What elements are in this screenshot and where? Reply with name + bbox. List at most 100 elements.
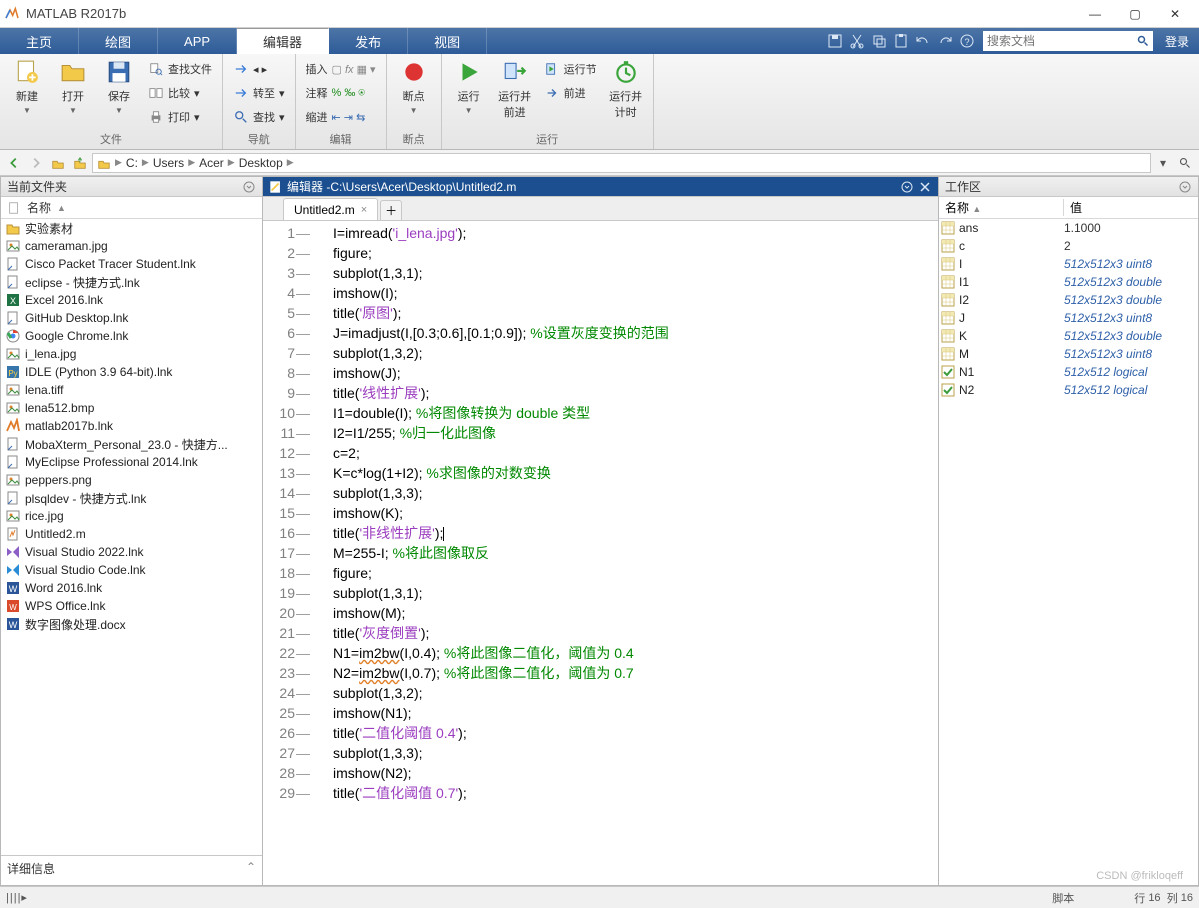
- workspace-var-row[interactable]: I2512x512x3 double: [939, 291, 1198, 309]
- file-row[interactable]: lena.tiff: [1, 381, 262, 399]
- compare-button[interactable]: 比较 ▾: [144, 82, 216, 104]
- statusbar: ||||▸ 脚本 行 16 列 16: [0, 886, 1199, 908]
- insert-button[interactable]: 插入 ▢ fx ▦ ▾: [302, 58, 380, 80]
- file-row[interactable]: Cisco Packet Tracer Student.lnk: [1, 255, 262, 273]
- current-folder-panel: 当前文件夹 名称 ▲ 实验素材cameraman.jpgCisco Packet…: [0, 176, 262, 886]
- tab-apps[interactable]: APP: [158, 28, 237, 54]
- workspace-var-row[interactable]: I512x512x3 uint8: [939, 255, 1198, 273]
- tab-view[interactable]: 视图: [408, 28, 487, 54]
- window-close-button[interactable]: ✕: [1155, 2, 1195, 26]
- file-row[interactable]: MyEclipse Professional 2014.lnk: [1, 453, 262, 471]
- main-area: 当前文件夹 名称 ▲ 实验素材cameraman.jpgCisco Packet…: [0, 176, 1199, 886]
- file-row[interactable]: PyIDLE (Python 3.9 64-bit).lnk: [1, 363, 262, 381]
- panel-menu-icon[interactable]: [242, 180, 256, 194]
- breadcrumb-segment[interactable]: ▶ C:: [115, 156, 138, 170]
- file-row[interactable]: Visual Studio Code.lnk: [1, 561, 262, 579]
- login-link[interactable]: 登录: [1155, 28, 1199, 54]
- findfiles-button[interactable]: 查找文件: [144, 58, 216, 80]
- file-row[interactable]: matlab2017b.lnk: [1, 417, 262, 435]
- cf-column-header[interactable]: 名称 ▲: [1, 197, 262, 219]
- file-row[interactable]: cameraman.jpg: [1, 237, 262, 255]
- workspace-var-row[interactable]: I1512x512x3 double: [939, 273, 1198, 291]
- open-button[interactable]: 打开▼: [52, 56, 94, 115]
- window-maximize-button[interactable]: ▢: [1115, 2, 1155, 26]
- file-row[interactable]: XExcel 2016.lnk: [1, 291, 262, 309]
- workspace-var-row[interactable]: c2: [939, 237, 1198, 255]
- goto-dropdown[interactable]: 转至 ▾: [229, 82, 289, 104]
- breakpoints-button[interactable]: 断点▼: [393, 56, 435, 115]
- new-button[interactable]: 新建▼: [6, 56, 48, 115]
- workspace-var-row[interactable]: M512x512x3 uint8: [939, 345, 1198, 363]
- file-row[interactable]: lena512.bmp: [1, 399, 262, 417]
- path-search-button[interactable]: [1175, 153, 1195, 173]
- file-row[interactable]: rice.jpg: [1, 507, 262, 525]
- up-folder-button[interactable]: [48, 153, 68, 173]
- breadcrumb-segment[interactable]: ▶ Desktop: [228, 156, 283, 170]
- panel-close-icon[interactable]: [918, 180, 932, 194]
- run-advance-button[interactable]: 运行并 前进: [494, 56, 536, 120]
- details-header[interactable]: 详细信息⌃: [1, 855, 262, 885]
- workspace-columns[interactable]: 名称 ▲值: [939, 197, 1198, 219]
- run-section-button[interactable]: 运行节: [540, 58, 601, 80]
- close-tab-icon[interactable]: ×: [361, 204, 367, 216]
- workspace-var-row[interactable]: N2512x512 logical: [939, 381, 1198, 399]
- svg-text:X: X: [10, 296, 16, 306]
- file-row[interactable]: peppers.png: [1, 471, 262, 489]
- search-button[interactable]: [1133, 31, 1153, 51]
- back-button[interactable]: [4, 153, 24, 173]
- workspace-var-row[interactable]: N1512x512 logical: [939, 363, 1198, 381]
- file-row[interactable]: WWord 2016.lnk: [1, 579, 262, 597]
- help-icon[interactable]: ?: [959, 33, 975, 49]
- comment-button[interactable]: 注释 % ‰ ⍟: [302, 82, 380, 104]
- run-button[interactable]: 运行▼: [448, 56, 490, 115]
- tab-plots[interactable]: 绘图: [79, 28, 158, 54]
- file-row[interactable]: GitHub Desktop.lnk: [1, 309, 262, 327]
- tab-editor[interactable]: 编辑器: [237, 28, 329, 54]
- forward-button[interactable]: [26, 153, 46, 173]
- group-label-nav: 导航: [229, 129, 289, 149]
- workspace-var-row[interactable]: ans1.1000: [939, 219, 1198, 237]
- editor-tab-untitled2[interactable]: Untitled2.m×: [283, 198, 378, 220]
- run-time-button[interactable]: 运行并 计时: [605, 56, 647, 120]
- editor-icon: [269, 180, 283, 194]
- breadcrumb-segment[interactable]: ▶ Acer: [188, 156, 224, 170]
- tab-home[interactable]: 主页: [0, 28, 79, 54]
- file-row[interactable]: eclipse - 快捷方式.lnk: [1, 273, 262, 291]
- search-input[interactable]: [983, 31, 1133, 51]
- file-row[interactable]: Visual Studio 2022.lnk: [1, 543, 262, 561]
- file-row[interactable]: WWPS Office.lnk: [1, 597, 262, 615]
- find-button[interactable]: 查找 ▾: [229, 106, 289, 128]
- file-row[interactable]: Untitled2.m: [1, 525, 262, 543]
- indent-button[interactable]: 缩进 ⇤ ⇥ ⇆: [302, 106, 380, 128]
- path-dropdown-button[interactable]: ▾: [1153, 153, 1173, 173]
- advance-button[interactable]: 前进: [540, 82, 601, 104]
- panel-menu-icon[interactable]: [900, 180, 914, 194]
- workspace-var-row[interactable]: J512x512x3 uint8: [939, 309, 1198, 327]
- new-tab-button[interactable]: ＋: [380, 200, 402, 220]
- tab-publish[interactable]: 发布: [329, 28, 408, 54]
- save-button[interactable]: 保存▼: [98, 56, 140, 115]
- file-row[interactable]: W数字图像处理.docx: [1, 615, 262, 633]
- undo-icon[interactable]: [915, 33, 931, 49]
- workspace-var-row[interactable]: K512x512x3 double: [939, 327, 1198, 345]
- cut-icon[interactable]: [849, 33, 865, 49]
- copy-icon[interactable]: [871, 33, 887, 49]
- file-row[interactable]: MobaXterm_Personal_23.0 - 快捷方...: [1, 435, 262, 453]
- group-label-edit: 编辑: [302, 129, 380, 149]
- file-row[interactable]: plsqldev - 快捷方式.lnk: [1, 489, 262, 507]
- goto-button[interactable]: ◂ ▸: [229, 58, 289, 80]
- breadcrumb[interactable]: ▶ C:▶ Users▶ Acer▶ Desktop ▶: [92, 153, 1151, 173]
- print-button[interactable]: 打印 ▾: [144, 106, 216, 128]
- window-minimize-button[interactable]: —: [1075, 2, 1115, 26]
- redo-icon[interactable]: [937, 33, 953, 49]
- breadcrumb-segment[interactable]: ▶ Users: [142, 156, 184, 170]
- file-list: 实验素材cameraman.jpgCisco Packet Tracer Stu…: [1, 219, 262, 855]
- file-row[interactable]: i_lena.jpg: [1, 345, 262, 363]
- panel-menu-icon[interactable]: [1178, 180, 1192, 194]
- browse-button[interactable]: [70, 153, 90, 173]
- code-editor[interactable]: 1—2—3—4—5—6—7—8—9—10—11—12—13—14—15—16—1…: [263, 221, 938, 885]
- file-row[interactable]: 实验素材: [1, 219, 262, 237]
- save-icon[interactable]: [827, 33, 843, 49]
- file-row[interactable]: Google Chrome.lnk: [1, 327, 262, 345]
- paste-icon[interactable]: [893, 33, 909, 49]
